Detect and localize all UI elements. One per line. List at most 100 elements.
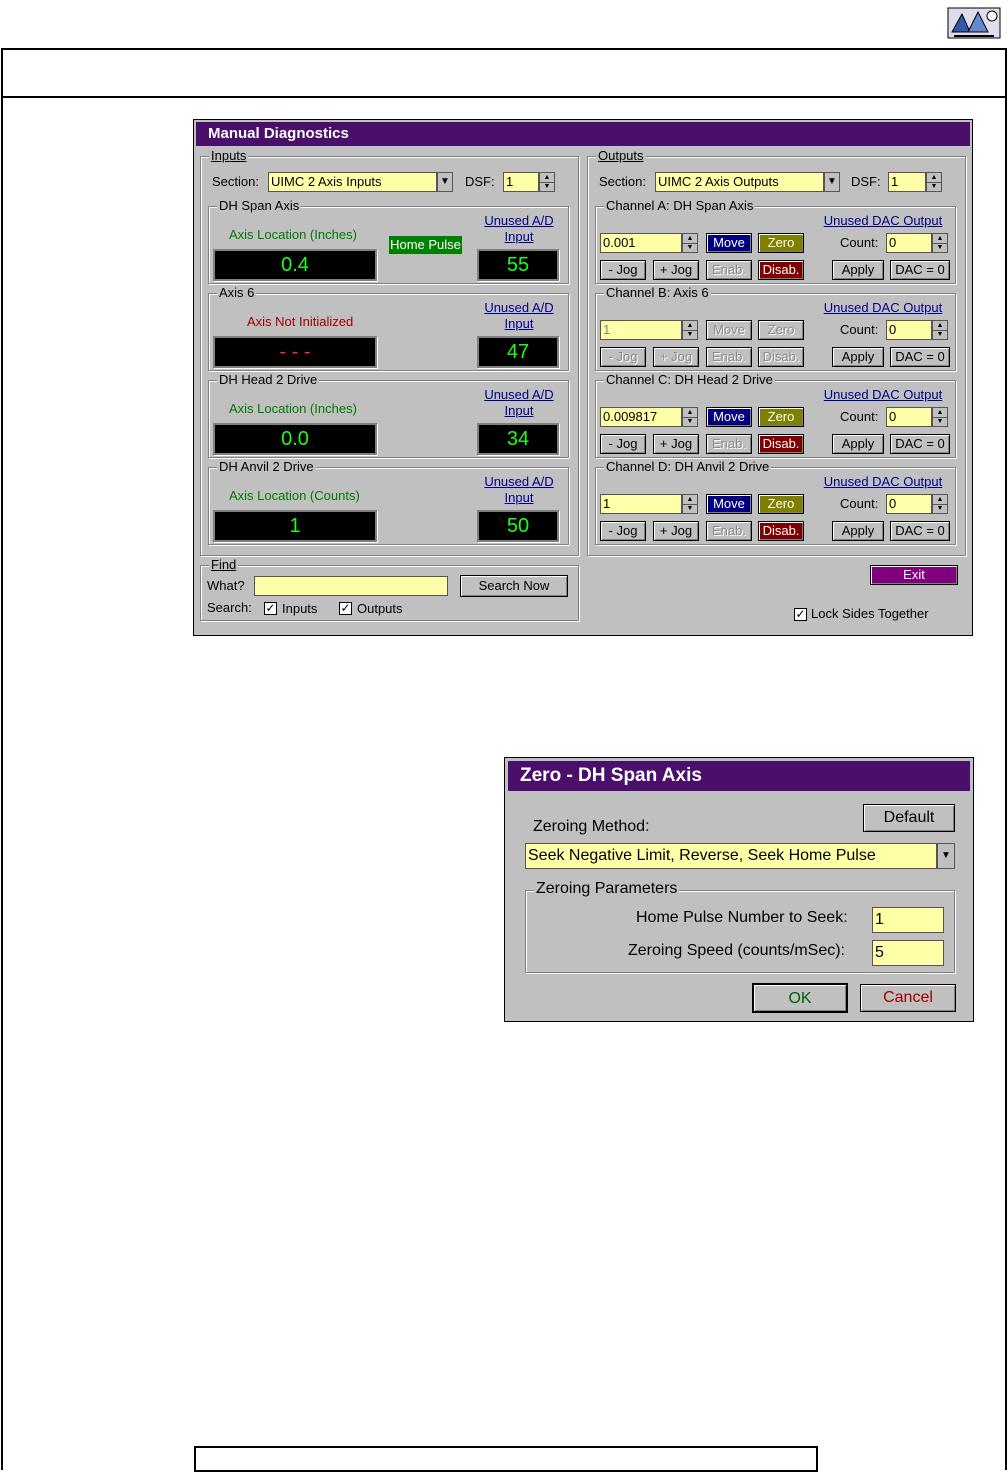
channel-value-field[interactable]: 1 [600, 320, 682, 340]
default-button[interactable]: Default [863, 804, 955, 832]
zeroing-method-select[interactable]: Seek Negative Limit, Reverse, Seek Home … [525, 843, 937, 869]
apply-button[interactable]: Apply [832, 521, 884, 541]
channel-value-field[interactable]: 0.009817 [600, 407, 682, 427]
unused-ad-input-link[interactable]: Unused A/D Input [479, 300, 559, 332]
outputs-checkbox[interactable]: ✓ [339, 602, 352, 615]
outputs-dsf-field[interactable]: 1 [888, 172, 926, 192]
jog-plus-button[interactable]: + Jog [653, 347, 699, 367]
zeroing-method-dropdown-icon[interactable]: ▼ [937, 843, 955, 869]
enable-button[interactable]: Enab. [706, 434, 752, 454]
channel-value-spinner-icon[interactable] [682, 233, 698, 253]
disable-button[interactable]: Disab. [758, 347, 804, 367]
disable-button[interactable]: Disab. [758, 434, 804, 454]
zero-button[interactable]: Zero [758, 494, 804, 514]
apply-button[interactable]: Apply [832, 347, 884, 367]
zeroing-speed-field[interactable]: 5 [872, 940, 944, 966]
jog-plus-button[interactable]: + Jog [653, 521, 699, 541]
jog-minus-button[interactable]: - Jog [600, 521, 646, 541]
disable-button[interactable]: Disab. [758, 260, 804, 280]
cancel-button[interactable]: Cancel [860, 984, 956, 1012]
zero-button[interactable]: Zero [758, 320, 804, 340]
ad-input-display: 34 [477, 423, 559, 455]
move-button[interactable]: Move [706, 320, 752, 340]
zero-button[interactable]: Zero [758, 407, 804, 427]
jog-minus-button[interactable]: - Jog [600, 347, 646, 367]
exit-button[interactable]: Exit [870, 565, 958, 585]
axis-panel: DH Head 2 Drive Axis Location (Inches) U… [208, 372, 569, 458]
channel-value-spinner-icon[interactable] [682, 320, 698, 340]
jog-minus-button[interactable]: - Jog [600, 260, 646, 280]
axis-panel: DH Anvil 2 Drive Axis Location (Counts) … [208, 459, 569, 545]
count-field[interactable]: 0 [886, 320, 932, 340]
unused-dac-output-link[interactable]: Unused DAC Output [818, 474, 948, 490]
axis-name: DH Span Axis [217, 198, 302, 214]
enable-button[interactable]: Enab. [706, 260, 752, 280]
find-what-label: What? [207, 578, 245, 593]
count-spinner-icon[interactable] [932, 494, 948, 514]
unused-ad-input-link[interactable]: Unused A/D Input [479, 387, 559, 419]
find-what-input[interactable] [254, 576, 448, 596]
inputs-section-select[interactable]: UIMC 2 Axis Inputs [268, 172, 437, 192]
unused-dac-output-link[interactable]: Unused DAC Output [818, 387, 948, 403]
manual-diagnostics-window: Manual Diagnostics Inputs Section: UIMC … [193, 119, 973, 636]
count-spinner-icon[interactable] [932, 407, 948, 427]
inputs-dsf-spinner-icon[interactable] [539, 172, 555, 192]
channel-value-spinner-icon[interactable] [682, 407, 698, 427]
footer-box [194, 1446, 818, 1472]
dac-zero-button[interactable]: DAC = 0 [890, 260, 950, 280]
enable-button[interactable]: Enab. [706, 521, 752, 541]
dac-zero-button[interactable]: DAC = 0 [890, 347, 950, 367]
channel-value-spinner-icon[interactable] [682, 494, 698, 514]
move-button[interactable]: Move [706, 233, 752, 253]
move-button[interactable]: Move [706, 494, 752, 514]
inputs-checkbox-label: Inputs [282, 601, 318, 616]
apply-button[interactable]: Apply [832, 434, 884, 454]
unused-dac-output-link[interactable]: Unused DAC Output [818, 213, 948, 229]
count-spinner-icon[interactable] [932, 320, 948, 340]
apply-button[interactable]: Apply [832, 260, 884, 280]
home-pulse-badge: Home Pulse [389, 236, 462, 254]
zero-dialog: Zero - DH Span Axis Zeroing Method: Defa… [504, 757, 974, 1022]
inputs-checkbox[interactable]: ✓ [264, 602, 277, 615]
count-field[interactable]: 0 [886, 407, 932, 427]
lock-sides-checkbox[interactable]: ✓ [794, 608, 807, 621]
count-field[interactable]: 0 [886, 233, 932, 253]
disable-button[interactable]: Disab. [758, 521, 804, 541]
jog-plus-button[interactable]: + Jog [653, 260, 699, 280]
channel-name: Channel C: DH Head 2 Drive [604, 372, 775, 388]
count-spinner-icon[interactable] [932, 233, 948, 253]
axis-location-display: 1 [213, 510, 377, 542]
ok-button[interactable]: OK [752, 983, 848, 1013]
inputs-dsf-field[interactable]: 1 [503, 172, 539, 192]
enable-button[interactable]: Enab. [706, 347, 752, 367]
inputs-group: Inputs Section: UIMC 2 Axis Inputs ▼ DSF… [200, 148, 579, 556]
axis-panel: DH Span Axis Axis Location (Inches) Home… [208, 198, 569, 284]
inputs-section-dropdown-icon[interactable]: ▼ [437, 172, 453, 192]
channel-value-field[interactable]: 0.001 [600, 233, 682, 253]
count-field[interactable]: 0 [886, 494, 932, 514]
dac-zero-button[interactable]: DAC = 0 [890, 434, 950, 454]
ad-input-display: 50 [477, 510, 559, 542]
home-pulse-number-field[interactable]: 1 [872, 907, 944, 933]
axis-status: Axis Location (Inches) [229, 401, 357, 416]
unused-dac-output-link[interactable]: Unused DAC Output [818, 300, 948, 316]
channel-value-field[interactable]: 1 [600, 494, 682, 514]
jog-plus-button[interactable]: + Jog [653, 434, 699, 454]
axis-location-display: 0.4 [213, 249, 377, 281]
move-button[interactable]: Move [706, 407, 752, 427]
outputs-dsf-spinner-icon[interactable] [926, 172, 942, 192]
outputs-section-dropdown-icon[interactable]: ▼ [824, 172, 840, 192]
zero-button[interactable]: Zero [758, 233, 804, 253]
axis-status: Axis Location (Inches) [229, 227, 357, 242]
channel-name: Channel A: DH Span Axis [604, 198, 756, 214]
dac-zero-button[interactable]: DAC = 0 [890, 521, 950, 541]
ad-input-display: 55 [477, 249, 559, 281]
unused-ad-input-link[interactable]: Unused A/D Input [479, 213, 559, 245]
count-label: Count: [840, 409, 879, 424]
search-now-button[interactable]: Search Now [460, 575, 568, 597]
outputs-section-select[interactable]: UIMC 2 Axis Outputs [655, 172, 824, 192]
unused-ad-input-link[interactable]: Unused A/D Input [479, 474, 559, 506]
zeroing-parameters-label: Zeroing Parameters [534, 880, 680, 898]
window-title: Manual Diagnostics [196, 122, 970, 146]
jog-minus-button[interactable]: - Jog [600, 434, 646, 454]
